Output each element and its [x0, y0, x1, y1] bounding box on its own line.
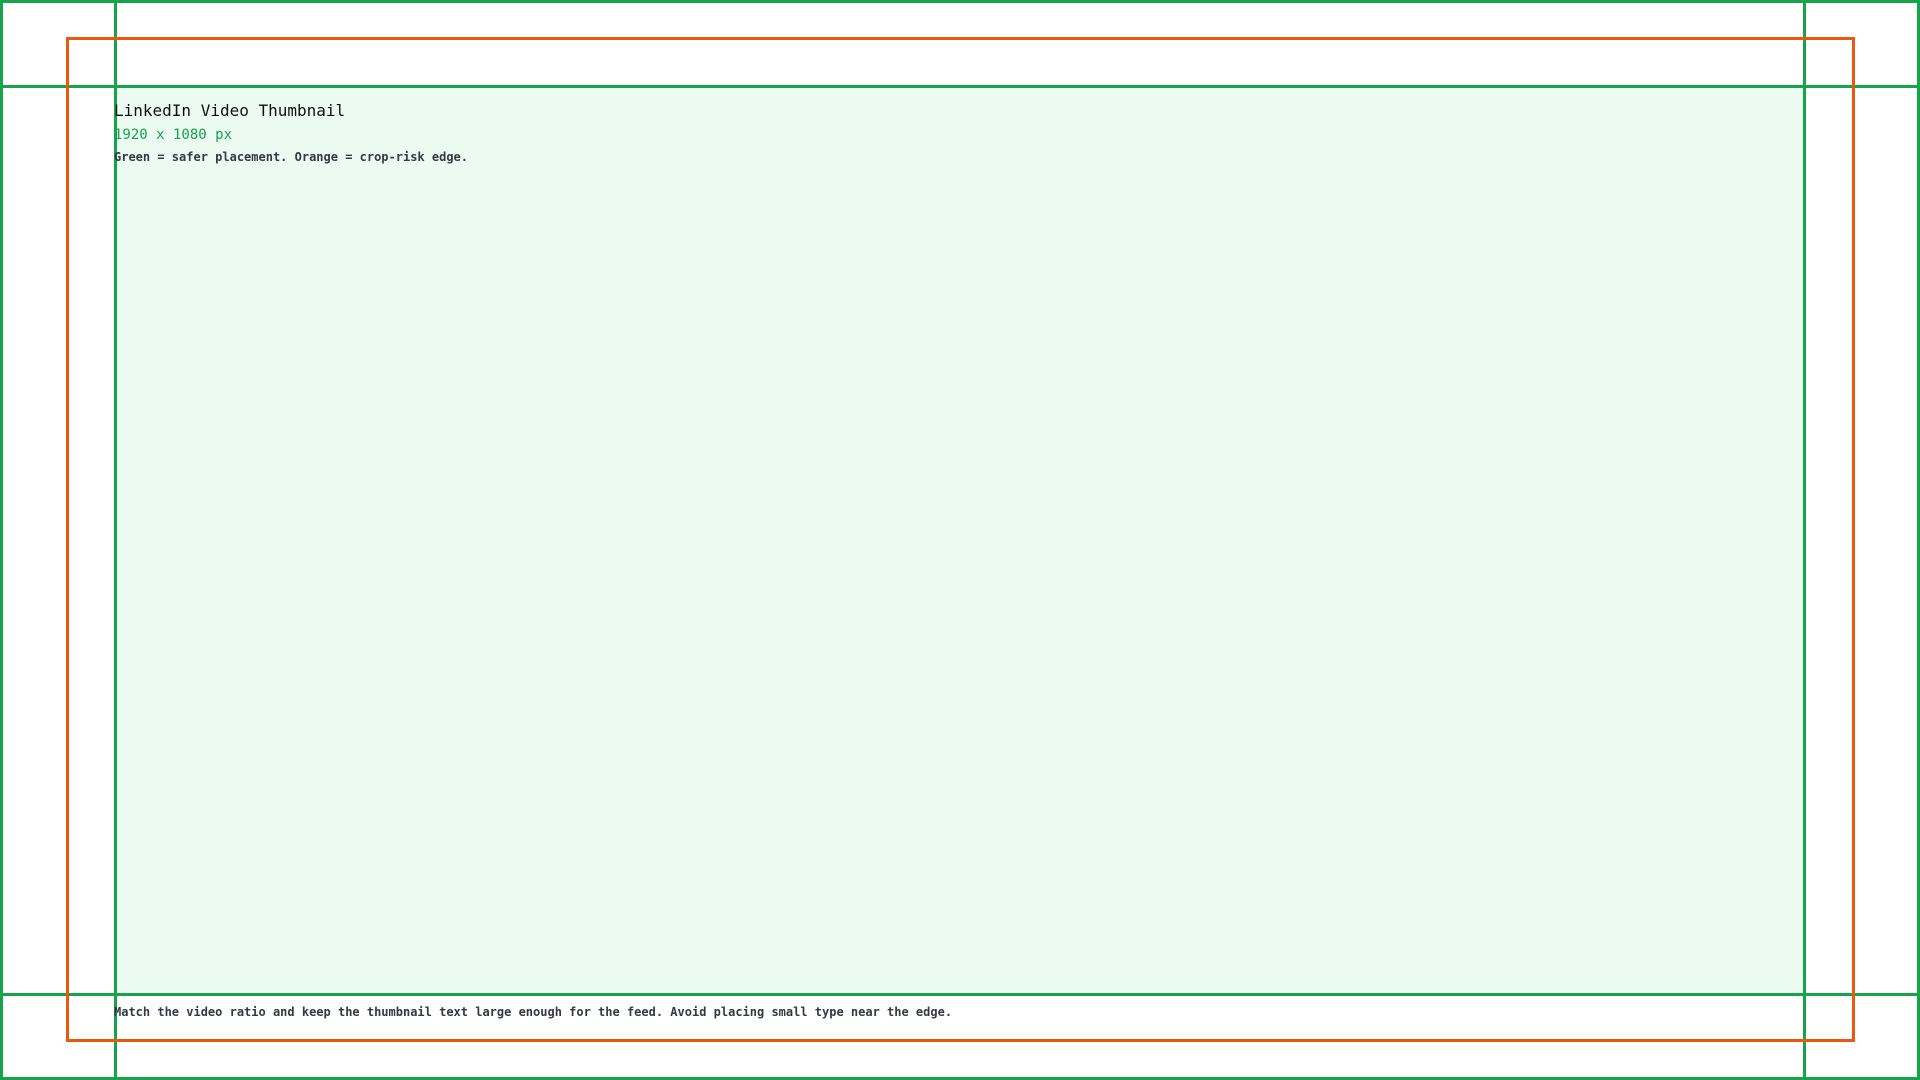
guide-legend: Green = safer placement. Orange = crop-r… — [114, 150, 469, 164]
thumbnail-title: LinkedIn Video Thumbnail — [114, 101, 346, 120]
safe-guide-top-edge — [0, 0, 1920, 3]
safe-guide-left-edge — [0, 0, 3, 1080]
thumbnail-dimensions: 1920 x 1080 px — [114, 127, 233, 143]
thumbnail-canvas: LinkedIn Video Thumbnail 1920 x 1080 px … — [0, 0, 1920, 1080]
crop-risk-frame — [66, 37, 1855, 1042]
guidance-note: Match the video ratio and keep the thumb… — [114, 1005, 953, 1019]
